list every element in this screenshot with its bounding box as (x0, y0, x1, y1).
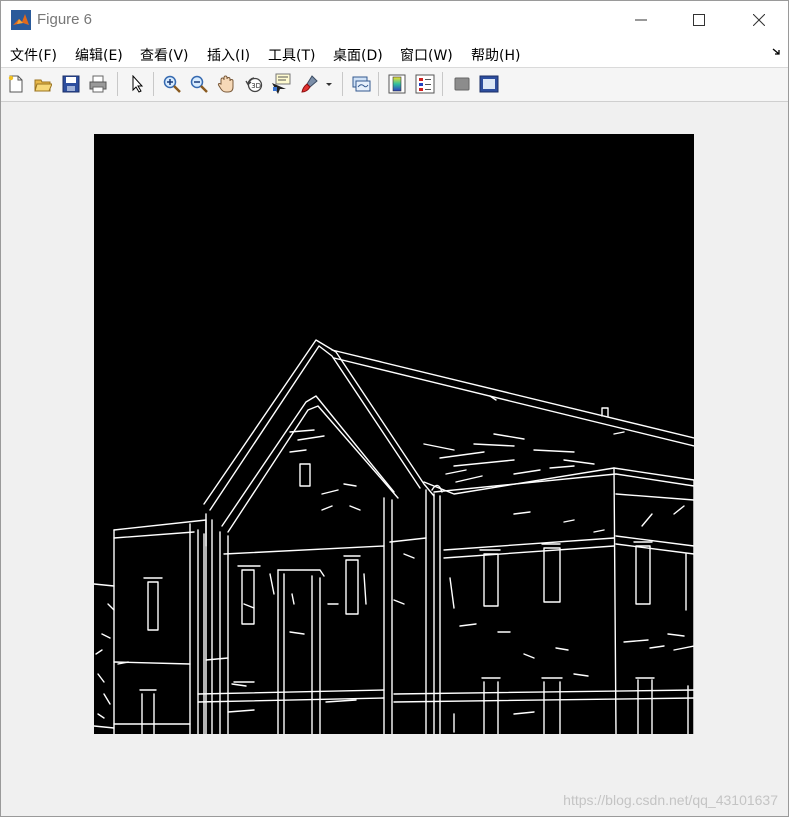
toolbar-separator (342, 72, 343, 96)
image-axes[interactable] (94, 134, 694, 734)
zoom-in-button[interactable] (161, 73, 183, 95)
chevron-down-icon (326, 83, 332, 86)
hide-plot-tools-icon (454, 77, 470, 91)
pan-button[interactable] (215, 73, 237, 95)
data-cursor-icon (272, 73, 291, 94)
menu-tools[interactable]: 工具(T) (268, 45, 315, 65)
brush-dropdown[interactable] (323, 73, 335, 95)
print-button[interactable] (87, 73, 109, 95)
menu-insert[interactable]: 插入(I) (207, 45, 250, 65)
toolbar-separator (378, 72, 379, 96)
open-file-button[interactable] (32, 73, 54, 95)
dock-arrow-icon[interactable] (772, 47, 782, 57)
link-plot-icon (352, 76, 371, 92)
close-icon (753, 14, 765, 26)
data-cursor-button[interactable] (270, 73, 292, 95)
brush-icon (301, 75, 318, 93)
minimize-icon (635, 19, 647, 21)
zoom-in-icon (163, 75, 181, 93)
window-title: Figure 6 (37, 11, 93, 28)
minimize-button[interactable] (612, 1, 670, 39)
svg-text:3D: 3D (251, 82, 261, 90)
menu-help[interactable]: 帮助(H) (471, 45, 520, 65)
colorbar-button[interactable] (386, 73, 408, 95)
figure-toolbar: 3D (1, 68, 788, 102)
brush-button[interactable] (299, 73, 321, 95)
select-arrow-icon (132, 75, 144, 93)
toolbar-separator (117, 72, 118, 96)
hide-plot-tools-button[interactable] (451, 73, 473, 95)
legend-icon (415, 74, 435, 94)
menu-view[interactable]: 查看(V) (140, 45, 189, 65)
select-button[interactable] (126, 73, 148, 95)
save-icon (62, 75, 80, 93)
show-plot-tools-button[interactable] (478, 73, 500, 95)
menu-edit[interactable]: 编辑(E) (75, 45, 123, 65)
maximize-icon (693, 14, 705, 26)
figure-window: Figure 6 文件(F) 编辑(E) 查看(V) 插入(I) 工具(T) 桌… (0, 0, 789, 817)
save-button[interactable] (60, 73, 82, 95)
print-icon (89, 75, 107, 93)
rotate-3d-icon: 3D (245, 77, 263, 93)
close-button[interactable] (730, 1, 788, 39)
pan-hand-icon (217, 75, 234, 93)
menu-window[interactable]: 窗口(W) (400, 45, 453, 65)
toolbar-separator (153, 72, 154, 96)
zoom-out-icon (190, 75, 208, 93)
title-bar: Figure 6 (1, 1, 788, 39)
maximize-button[interactable] (670, 1, 728, 39)
watermark-text: https://blog.csdn.net/qq_43101637 (563, 792, 778, 808)
legend-button[interactable] (414, 73, 436, 95)
menu-bar: 文件(F) 编辑(E) 查看(V) 插入(I) 工具(T) 桌面(D) 窗口(W… (1, 39, 788, 68)
open-file-icon (34, 79, 52, 92)
zoom-out-button[interactable] (188, 73, 210, 95)
rotate-3d-button[interactable]: 3D (243, 73, 265, 95)
toolbar-separator (442, 72, 443, 96)
new-figure-icon (8, 75, 23, 93)
menu-file[interactable]: 文件(F) (10, 45, 57, 65)
link-plot-button[interactable] (350, 73, 372, 95)
edge-detection-image (94, 134, 694, 734)
colorbar-icon (388, 74, 406, 94)
menu-desktop[interactable]: 桌面(D) (333, 45, 383, 65)
show-plot-tools-icon (479, 75, 499, 93)
matlab-logo-icon (11, 10, 31, 30)
new-figure-button[interactable] (5, 73, 27, 95)
